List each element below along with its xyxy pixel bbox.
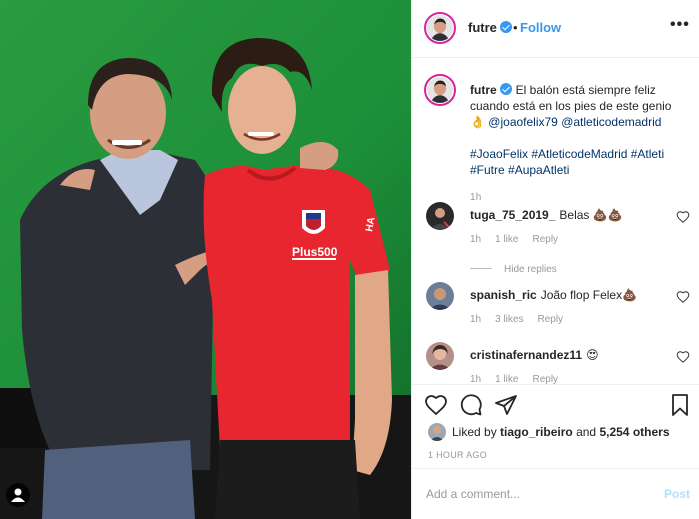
- comment-likes[interactable]: 1 like: [495, 374, 518, 384]
- comment-body: João flop Felex💩: [540, 288, 638, 302]
- share-paper-plane-icon[interactable]: [494, 393, 518, 417]
- caption-hashtags-line2[interactable]: #Futre #AupaAtleti: [470, 163, 569, 177]
- post-actions: Liked by tiago_ribeiro and 5,254 others …: [412, 384, 699, 468]
- like-comment-heart-icon[interactable]: [676, 210, 690, 224]
- comment-time[interactable]: 1h: [470, 374, 481, 384]
- separator-dot: •: [513, 20, 518, 35]
- post-photo[interactable]: Plus500 HA: [0, 0, 411, 519]
- hide-replies-label[interactable]: Hide replies: [504, 264, 557, 275]
- comment-meta: 1h 1 like Reply: [470, 374, 572, 384]
- liked-by-user[interactable]: tiago_ribeiro: [500, 425, 573, 439]
- person-icon: [11, 488, 25, 502]
- comment-body: Belas 💩💩: [559, 208, 623, 222]
- comment-time[interactable]: 1h: [470, 314, 481, 325]
- mention-atleticodemadrid[interactable]: @atleticodemadrid: [561, 115, 661, 129]
- mention-joaofelix79[interactable]: @joaofelix79: [488, 115, 558, 129]
- ok-hand-emoji: 👌: [470, 115, 485, 129]
- comment-text: tuga_75_2019_ Belas 💩💩: [470, 208, 623, 222]
- caption-username[interactable]: futre: [470, 83, 497, 97]
- comment-bubble-icon[interactable]: [459, 393, 483, 417]
- comment-text: spanish_ric João flop Felex💩: [470, 288, 637, 302]
- like-heart-icon[interactable]: [424, 393, 448, 417]
- reply-button[interactable]: Reply: [532, 234, 558, 245]
- author-avatar[interactable]: [424, 12, 456, 44]
- like-comment-heart-icon[interactable]: [676, 290, 690, 304]
- more-options-button[interactable]: •••: [670, 16, 690, 34]
- reply-button[interactable]: Reply: [532, 374, 558, 384]
- verified-badge-icon: [499, 21, 512, 33]
- liked-by-prefix: Liked by: [452, 425, 497, 439]
- liked-by-line: Liked by tiago_ribeiro and 5,254 others: [428, 423, 670, 441]
- post-comment-button[interactable]: Post: [664, 487, 690, 501]
- like-comment-heart-icon[interactable]: [676, 350, 690, 364]
- caption-hashtags-line1[interactable]: #JoaoFelix #AtleticodeMadrid #Atleti: [470, 147, 664, 161]
- author-username[interactable]: futre: [468, 20, 512, 35]
- caption-avatar[interactable]: [424, 74, 456, 106]
- comment-likes[interactable]: 1 like: [495, 234, 518, 245]
- verified-badge-icon: [499, 83, 512, 95]
- tagged-users-button[interactable]: [6, 483, 30, 507]
- comments-list[interactable]: futre El balón está siempre feliz cuando …: [412, 58, 699, 384]
- commenter-avatar[interactable]: [426, 342, 454, 370]
- save-bookmark-icon[interactable]: [668, 393, 692, 417]
- liker-avatar[interactable]: [428, 423, 446, 441]
- comment-meta: 1h 1 like Reply: [470, 234, 572, 245]
- add-comment-bar: Post: [412, 468, 699, 519]
- replies-divider: [470, 268, 492, 269]
- post-timestamp[interactable]: 1 HOUR AGO: [428, 450, 487, 460]
- follow-button[interactable]: Follow: [520, 20, 561, 35]
- reply-button[interactable]: Reply: [537, 314, 563, 325]
- likes-count[interactable]: 5,254 others: [599, 425, 669, 439]
- commenter-avatar[interactable]: [426, 202, 454, 230]
- caption-time[interactable]: 1h: [470, 192, 482, 203]
- author-username-text[interactable]: futre: [468, 20, 497, 35]
- post-header: futre • Follow •••: [412, 0, 699, 58]
- comment-username[interactable]: cristinafernandez11: [470, 348, 582, 362]
- liked-by-and: and: [576, 425, 597, 439]
- comment-likes[interactable]: 3 likes: [495, 314, 523, 325]
- comment-meta: 1h 3 likes Reply: [470, 314, 577, 325]
- add-comment-input[interactable]: [426, 484, 646, 504]
- photo-illustration: Plus500 HA: [0, 0, 411, 519]
- comment-body: 😍: [586, 348, 599, 362]
- hide-replies-button[interactable]: Hide replies: [470, 264, 557, 275]
- jersey-sponsor-text: Plus500: [292, 245, 338, 259]
- comment-time[interactable]: 1h: [470, 234, 481, 245]
- commenter-avatar[interactable]: [426, 282, 454, 310]
- post-sidebar: futre • Follow ••• futre El balón está si…: [411, 0, 699, 519]
- comment-text: cristinafernandez11 😍: [470, 348, 599, 362]
- post-caption: futre El balón está siempre feliz cuando …: [470, 82, 692, 206]
- comment-username[interactable]: spanish_ric: [470, 288, 537, 302]
- comment-username[interactable]: tuga_75_2019_: [470, 208, 555, 222]
